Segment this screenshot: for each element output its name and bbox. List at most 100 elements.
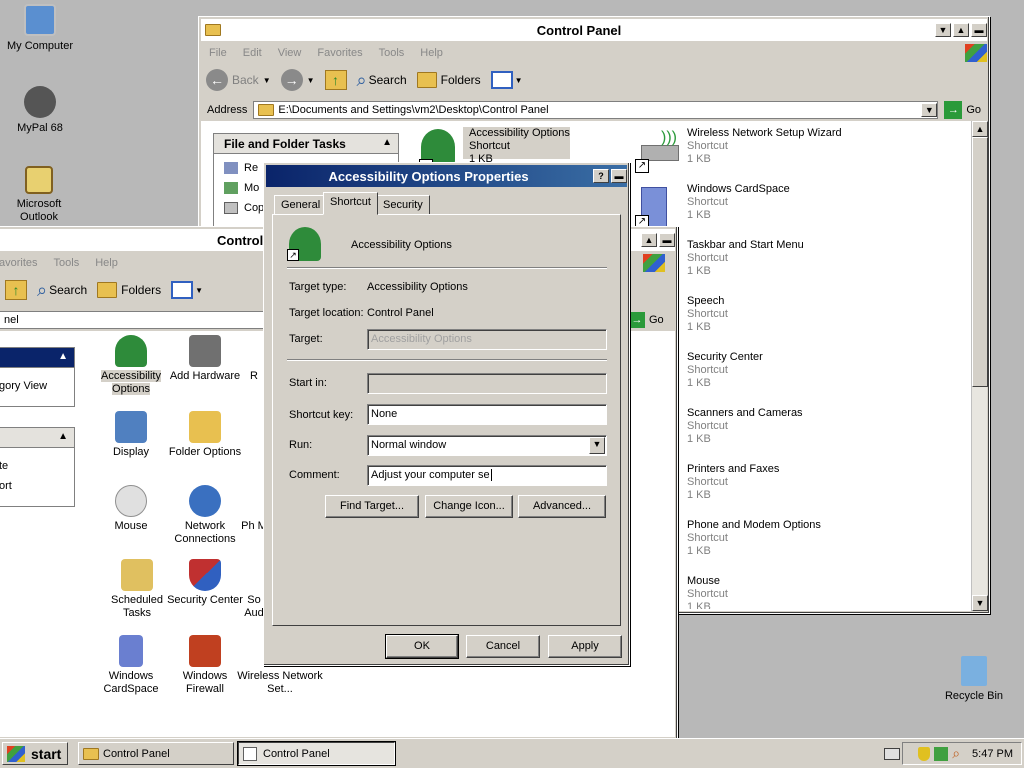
go-button[interactable]: → Go — [938, 101, 987, 119]
up-button[interactable]: ↑ — [5, 280, 27, 300]
switch-view-link[interactable]: gory View — [0, 368, 74, 392]
list-item[interactable]: Phone and Modem Options Shortcut 1 KB — [633, 519, 963, 569]
desktop-icon-recycle-bin[interactable]: Recycle Bin — [934, 656, 1014, 703]
display-icon — [115, 411, 147, 443]
comment-field[interactable]: Adjust your computer se — [367, 465, 607, 486]
cp-item-windows-firewall[interactable]: Windows Firewall — [165, 635, 245, 696]
menu-tools[interactable]: Tools — [371, 47, 413, 59]
list-item[interactable]: ))) ↗ Wireless Network Setup Wizard Shortc… — [633, 127, 963, 177]
back-button[interactable]: ← Back ▼ — [206, 69, 271, 91]
menu-tools[interactable]: Tools — [46, 257, 88, 269]
change-icon-button[interactable]: Change Icon... — [425, 495, 513, 518]
menu-help[interactable]: Help — [412, 47, 451, 59]
folder-icon — [205, 24, 221, 36]
panel-header[interactable]: File and Folder Tasks ▲ — [214, 134, 398, 154]
separator — [287, 359, 607, 361]
list-item[interactable]: Security Center Shortcut 1 KB — [633, 351, 963, 401]
tab-shortcut[interactable]: Shortcut — [323, 192, 378, 215]
accessibility-icon — [115, 335, 147, 367]
apply-button[interactable]: Apply — [548, 635, 622, 658]
list-item[interactable]: ↗ Windows CardSpace Shortcut 1 KB — [633, 183, 963, 233]
desktop-icon-outlook[interactable]: Microsoft Outlook — [0, 166, 78, 224]
network-icon[interactable] — [934, 746, 949, 761]
menu-file[interactable]: File — [201, 47, 235, 59]
see-also-link[interactable]: te — [0, 448, 74, 472]
tab-general[interactable]: General — [274, 195, 328, 215]
folder-icon — [258, 104, 275, 116]
target-type-value: Accessibility Options — [367, 281, 468, 293]
target-label: Target: — [289, 333, 323, 345]
cp-item-accessibility[interactable]: Accessibility Options — [91, 335, 171, 396]
chevron-down-icon[interactable]: ▼ — [589, 437, 605, 454]
address-dropdown-button[interactable]: ▼ — [921, 103, 938, 117]
restore-button[interactable]: ▬ — [659, 233, 675, 247]
cp-item-mouse[interactable]: Mouse — [91, 485, 171, 533]
start-button[interactable]: start — [2, 742, 68, 765]
tab-security[interactable]: Security — [376, 195, 430, 215]
target-location-label: Target location: — [289, 307, 364, 319]
list-item[interactable]: Scanners and Cameras Shortcut 1 KB — [633, 407, 963, 457]
folders-button[interactable]: Folders — [416, 72, 481, 88]
run-select[interactable]: Normal window ▼ — [367, 435, 607, 456]
desktop-icon-label: Recycle Bin — [944, 690, 1004, 702]
desktop-icon-my-computer[interactable]: My Computer — [0, 4, 80, 53]
vertical-scrollbar[interactable]: ▲ ▼ — [971, 121, 988, 611]
dialog-title: Accessibility Options Properties — [328, 168, 529, 184]
security-shield-icon[interactable] — [918, 746, 931, 761]
menu-view[interactable]: View — [270, 47, 310, 59]
folders-button[interactable]: Folders — [97, 282, 161, 298]
dialog-title-bar[interactable]: Accessibility Options Properties ? ▬ — [266, 165, 627, 187]
menu-edit[interactable]: Edit — [235, 47, 270, 59]
cancel-button[interactable]: Cancel — [466, 635, 540, 658]
panel-header[interactable]: ▲ — [0, 428, 74, 448]
cardspace-icon — [119, 635, 143, 667]
scroll-thumb[interactable] — [972, 137, 988, 387]
list-item[interactable]: Speech Shortcut 1 KB — [633, 295, 963, 345]
maximize-button[interactable]: ▲ — [953, 23, 969, 37]
ok-button[interactable]: OK — [385, 634, 459, 659]
task-button-active[interactable]: Control Panel — [237, 741, 396, 766]
maximize-button[interactable]: ▲ — [641, 233, 657, 247]
target-field[interactable]: Accessibility Options — [367, 329, 607, 350]
menu-help[interactable]: Help — [87, 257, 126, 269]
find-target-button[interactable]: Find Target... — [325, 495, 419, 518]
task-button[interactable]: Control Panel — [78, 742, 234, 765]
cp-item-folder-options[interactable]: Folder Options — [165, 411, 245, 459]
keyboard-icon[interactable] — [884, 748, 900, 760]
search-label: Search — [49, 283, 88, 297]
help-button[interactable]: ? — [593, 169, 609, 183]
address-input[interactable]: E:\Documents and Settings\vm2\Desktop\Co… — [253, 101, 939, 119]
list-item[interactable]: Taskbar and Start Menu Shortcut 1 KB — [633, 239, 963, 289]
see-also-link[interactable]: ort — [0, 472, 74, 492]
cp-item-display[interactable]: Display — [91, 411, 171, 459]
cp-item-windows-cardspace[interactable]: Windows CardSpace — [91, 635, 171, 696]
start-in-field[interactable] — [367, 373, 607, 394]
search-button[interactable]: ⌕ Search — [37, 280, 87, 301]
restore-button[interactable]: ▬ — [971, 23, 987, 37]
scroll-up-button[interactable]: ▲ — [972, 121, 988, 137]
cp-item-network-connections[interactable]: Network Connections — [165, 485, 245, 546]
up-button[interactable]: ↑ — [324, 70, 347, 90]
cp-item-add-hardware[interactable]: Add Hardware — [165, 335, 245, 383]
search-button[interactable]: ⌕ Search — [357, 70, 407, 91]
list-item[interactable]: Mouse Shortcut 1 KB — [633, 575, 963, 609]
minimize-button[interactable]: ▼ — [935, 23, 951, 37]
list-item[interactable]: Printers and Faxes Shortcut 1 KB — [633, 463, 963, 513]
cp-item-security-center[interactable]: Security Center — [165, 559, 245, 607]
panel-header[interactable]: ▲ — [0, 348, 74, 368]
advanced-button[interactable]: Advanced... — [518, 495, 606, 518]
collapse-icon: ▲ — [58, 431, 68, 442]
go-button[interactable]: → Go — [623, 312, 670, 328]
scroll-down-button[interactable]: ▼ — [972, 595, 988, 611]
views-button[interactable]: ▼ — [490, 71, 523, 89]
shortcut-key-field[interactable]: None — [367, 404, 607, 425]
my-computer-icon — [24, 4, 56, 36]
title-bar[interactable]: Control Panel ▼ ▲ ▬ — [201, 19, 987, 41]
menu-favorites[interactable]: Favorites — [309, 47, 370, 59]
desktop-icon-mypal[interactable]: MyPal 68 — [0, 86, 80, 135]
search-icon[interactable]: ⌕ — [952, 745, 960, 762]
menu-favorites[interactable]: avorites — [0, 257, 46, 269]
views-button[interactable]: ▼ — [171, 281, 203, 299]
close-button[interactable]: ▬ — [611, 169, 627, 183]
forward-button[interactable]: → ▼ — [280, 69, 315, 91]
